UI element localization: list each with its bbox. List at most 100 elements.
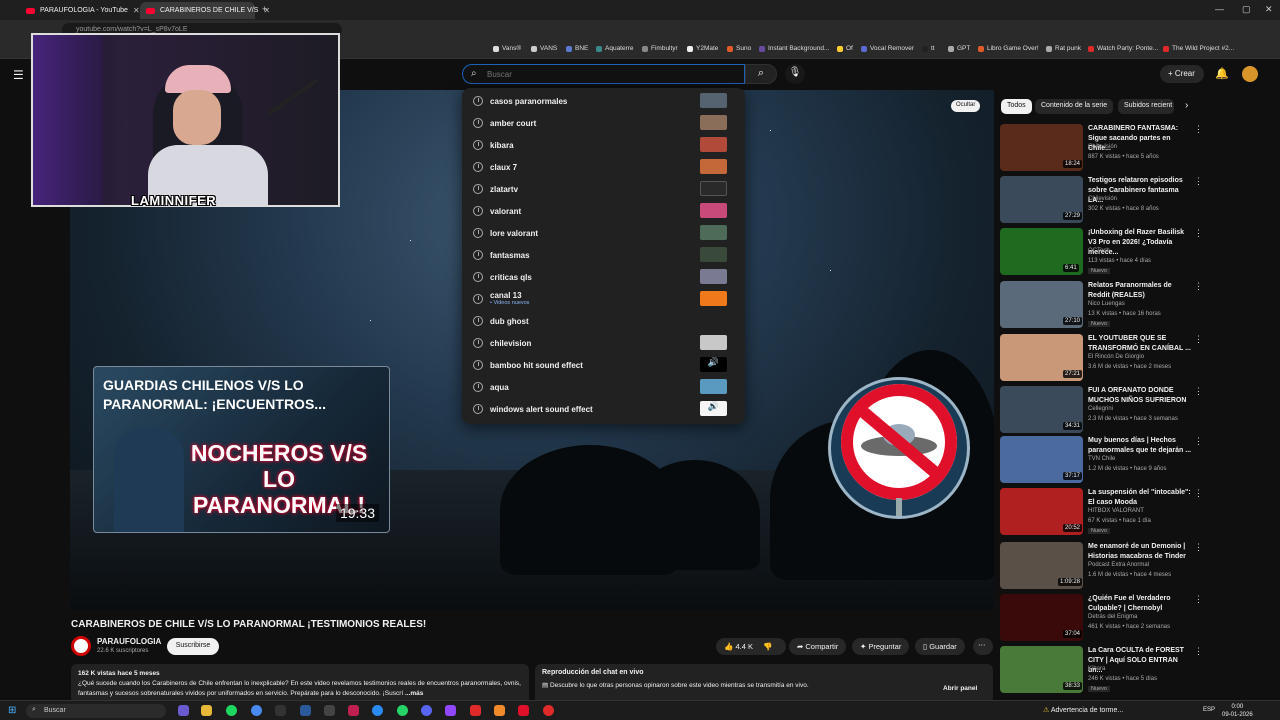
- bookmark[interactable]: Y2Mate: [687, 45, 718, 52]
- share-button[interactable]: ➦ Compartir: [789, 638, 847, 655]
- more-vert-icon[interactable]: ⋮: [1194, 646, 1203, 657]
- bookmark[interactable]: VANS: [531, 45, 557, 52]
- more-vert-icon[interactable]: ⋮: [1194, 281, 1203, 292]
- bookmark[interactable]: Vocal Remover: [861, 45, 914, 52]
- suggestion-item[interactable]: fantasmas: [462, 244, 745, 266]
- chrome-icon[interactable]: [251, 705, 262, 716]
- more-link[interactable]: ...más: [405, 690, 423, 697]
- channel-name[interactable]: Cellegrini: [1088, 406, 1113, 412]
- channel-name[interactable]: PARAUFOLOGIA: [97, 637, 161, 646]
- video-title[interactable]: Relatos Paranormales de Reddit (REALES): [1088, 281, 1194, 301]
- video-title[interactable]: ¿Quién Fue el Verdadero Culpable? | Cher…: [1088, 594, 1194, 614]
- more-vert-icon[interactable]: ⋮: [1194, 436, 1203, 447]
- more-vert-icon[interactable]: ⋮: [1194, 124, 1203, 135]
- suggestion-item[interactable]: claux 7: [462, 156, 745, 178]
- taskbar-search[interactable]: ⌕ Buscar: [26, 704, 166, 718]
- bookmark[interactable]: BNE: [566, 45, 588, 52]
- more-vert-icon[interactable]: ⋮: [1194, 594, 1203, 605]
- suggestion-item[interactable]: canal 13 • Videos nuevos: [462, 288, 745, 310]
- whatsapp-icon[interactable]: [397, 705, 408, 716]
- suggestion-item[interactable]: valorant: [462, 200, 745, 222]
- channel-name[interactable]: Podcast Extra Anormal: [1088, 562, 1149, 568]
- related-video[interactable]: 6:41 ¡Unboxing del Razer Basilisk V3 Pro …: [1000, 228, 1280, 278]
- more-vert-icon[interactable]: ⋮: [1194, 334, 1203, 345]
- suggestion-item[interactable]: lore valorant: [462, 222, 745, 244]
- weather-widget[interactable]: ⚠ Advertencia de torme...: [1043, 706, 1123, 714]
- bookmark[interactable]: Vans®: [493, 45, 521, 52]
- spotify-icon[interactable]: [226, 705, 237, 716]
- video-title[interactable]: Me enamoré de un Demonio | Historias mac…: [1088, 542, 1194, 562]
- menu-icon[interactable]: ☰: [13, 68, 24, 82]
- suggestion-item[interactable]: windows alert sound effect 🔊: [462, 398, 745, 420]
- chip-all[interactable]: Todos: [1001, 99, 1032, 114]
- more-vert-icon[interactable]: ⋮: [1194, 386, 1203, 397]
- chip-series[interactable]: Contenido de la serie: [1035, 99, 1114, 114]
- microphone-icon[interactable]: 🎙: [785, 64, 805, 84]
- channel-name[interactable]: El Rincón De Giorgio: [1088, 354, 1144, 360]
- related-video[interactable]: 37:04 ¿Quién Fue el Verdadero Culpable? |…: [1000, 594, 1280, 644]
- app-icon[interactable]: [324, 705, 335, 716]
- app-icon[interactable]: [372, 705, 383, 716]
- hide-button[interactable]: Ocultar: [951, 100, 981, 112]
- app-icon[interactable]: [470, 705, 481, 716]
- channel-name[interactable]: Kibara: [1088, 666, 1105, 672]
- bookmark[interactable]: Instant Background...: [759, 45, 829, 52]
- related-video[interactable]: 27:29 Testigos relataron episodios sobre …: [1000, 176, 1280, 226]
- bookmark[interactable]: Watch Party: Ponte...: [1088, 45, 1158, 52]
- related-video[interactable]: 38:33 La Cara OCULTA de FOREST CITY | Aqu…: [1000, 646, 1280, 698]
- related-video[interactable]: 1:09:28 Me enamoré de un Demonio | Histor…: [1000, 542, 1280, 592]
- channel-name[interactable]: Detrás del Enigma: [1088, 614, 1137, 620]
- video-title[interactable]: FUI A ORFANATO DONDE MUCHOS NIÑOS SUFRIE…: [1088, 386, 1194, 406]
- channel-name[interactable]: Nico Luengas: [1088, 301, 1125, 307]
- bell-icon[interactable]: 🔔: [1215, 67, 1229, 80]
- video-title[interactable]: Muy buenos días | Hechos paranormales qu…: [1088, 436, 1194, 456]
- video-title[interactable]: La suspensión del "intocable": El caso M…: [1088, 488, 1194, 508]
- related-video[interactable]: 37:17 Muy buenos días | Hechos paranormal…: [1000, 436, 1280, 486]
- suggestion-item[interactable]: aqua: [462, 376, 745, 398]
- app-icon[interactable]: [494, 705, 505, 716]
- related-video[interactable]: 34:31 FUI A ORFANATO DONDE MUCHOS NIÑOS S…: [1000, 386, 1280, 436]
- suggestion-item[interactable]: criticas qls: [462, 266, 745, 288]
- suggestion-item[interactable]: zlatartv: [462, 178, 745, 200]
- search-button[interactable]: ⌕: [745, 64, 777, 84]
- browser-tab-active[interactable]: CARABINEROS DE CHILE V/S ✕: [140, 2, 270, 19]
- suggestion-item[interactable]: dub ghost: [462, 310, 745, 332]
- subscribe-button[interactable]: Suscribirse: [167, 638, 219, 655]
- more-options-icon[interactable]: ⋯: [973, 638, 993, 655]
- related-video[interactable]: 20:52 La suspensión del "intocable": El c…: [1000, 488, 1280, 538]
- more-vert-icon[interactable]: ⋮: [1194, 176, 1203, 187]
- open-panel-button[interactable]: Abrir panel: [943, 685, 977, 692]
- bookmark[interactable]: Rat punk: [1046, 45, 1081, 52]
- like-button[interactable]: 👍 4.4 K 👎: [716, 638, 786, 655]
- discord-icon[interactable]: [421, 705, 432, 716]
- browser-tab[interactable]: PARAUFOLOGIA - YouTube ✕: [20, 2, 140, 19]
- related-video[interactable]: 18:24 CARABINERO FANTASMA: Sigue sacando …: [1000, 124, 1280, 174]
- bookmark[interactable]: Aquaterre: [596, 45, 634, 52]
- channel-name[interactable]: TVN Chile: [1088, 456, 1115, 462]
- file-explorer-icon[interactable]: [201, 705, 212, 716]
- chip-recent[interactable]: Subidos recient: [1118, 99, 1174, 114]
- close-window-icon[interactable]: ✕: [1265, 4, 1273, 15]
- close-icon[interactable]: ✕: [133, 6, 140, 15]
- related-video[interactable]: 27:21 EL YOUTUBER QUE SE TRANSFORMÓ EN CA…: [1000, 334, 1280, 384]
- channel-name[interactable]: OCTech: [1088, 248, 1110, 254]
- windows-start-icon[interactable]: ⊞: [8, 705, 16, 716]
- terminal-icon[interactable]: [275, 705, 286, 716]
- bookmark[interactable]: Fimbultyr: [642, 45, 678, 52]
- suggestion-item[interactable]: casos paranormales: [462, 90, 745, 112]
- app-icon[interactable]: [543, 705, 554, 716]
- new-tab-icon[interactable]: +: [262, 4, 267, 14]
- chevron-right-icon[interactable]: ›: [1185, 100, 1188, 111]
- bookmark[interactable]: The Wild Project #2...: [1163, 45, 1234, 52]
- suggestion-item[interactable]: kibara: [462, 134, 745, 156]
- channel-name[interactable]: Chilevisión: [1088, 144, 1117, 150]
- bookmark[interactable]: Libro Game Over!: [978, 45, 1039, 52]
- related-video[interactable]: 27:10 Relatos Paranormales de Reddit (REA…: [1000, 281, 1280, 331]
- more-vert-icon[interactable]: ⋮: [1194, 542, 1203, 553]
- end-screen-video[interactable]: GUARDIAS CHILENOS V/S LO PARANORMAL: ¡EN…: [93, 366, 390, 533]
- more-vert-icon[interactable]: ⋮: [1194, 228, 1203, 239]
- bookmark[interactable]: tt: [922, 45, 935, 52]
- ask-button[interactable]: ✦ Preguntar: [852, 638, 910, 655]
- suggestion-item[interactable]: bamboo hit sound effect 🔊: [462, 354, 745, 376]
- bookmark[interactable]: GPT: [948, 45, 970, 52]
